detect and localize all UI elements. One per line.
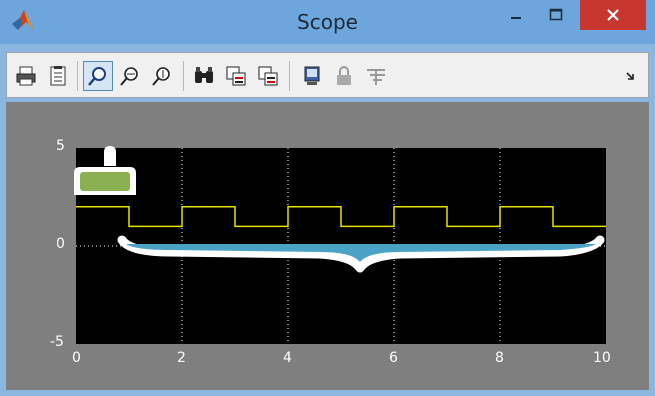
annotation-overlay (74, 146, 605, 273)
scope-window: Scope 5 0 -5 0 2 4 6 8 10 (0, 0, 655, 396)
eraser-icon (74, 146, 136, 195)
brace-annotation (117, 235, 605, 273)
